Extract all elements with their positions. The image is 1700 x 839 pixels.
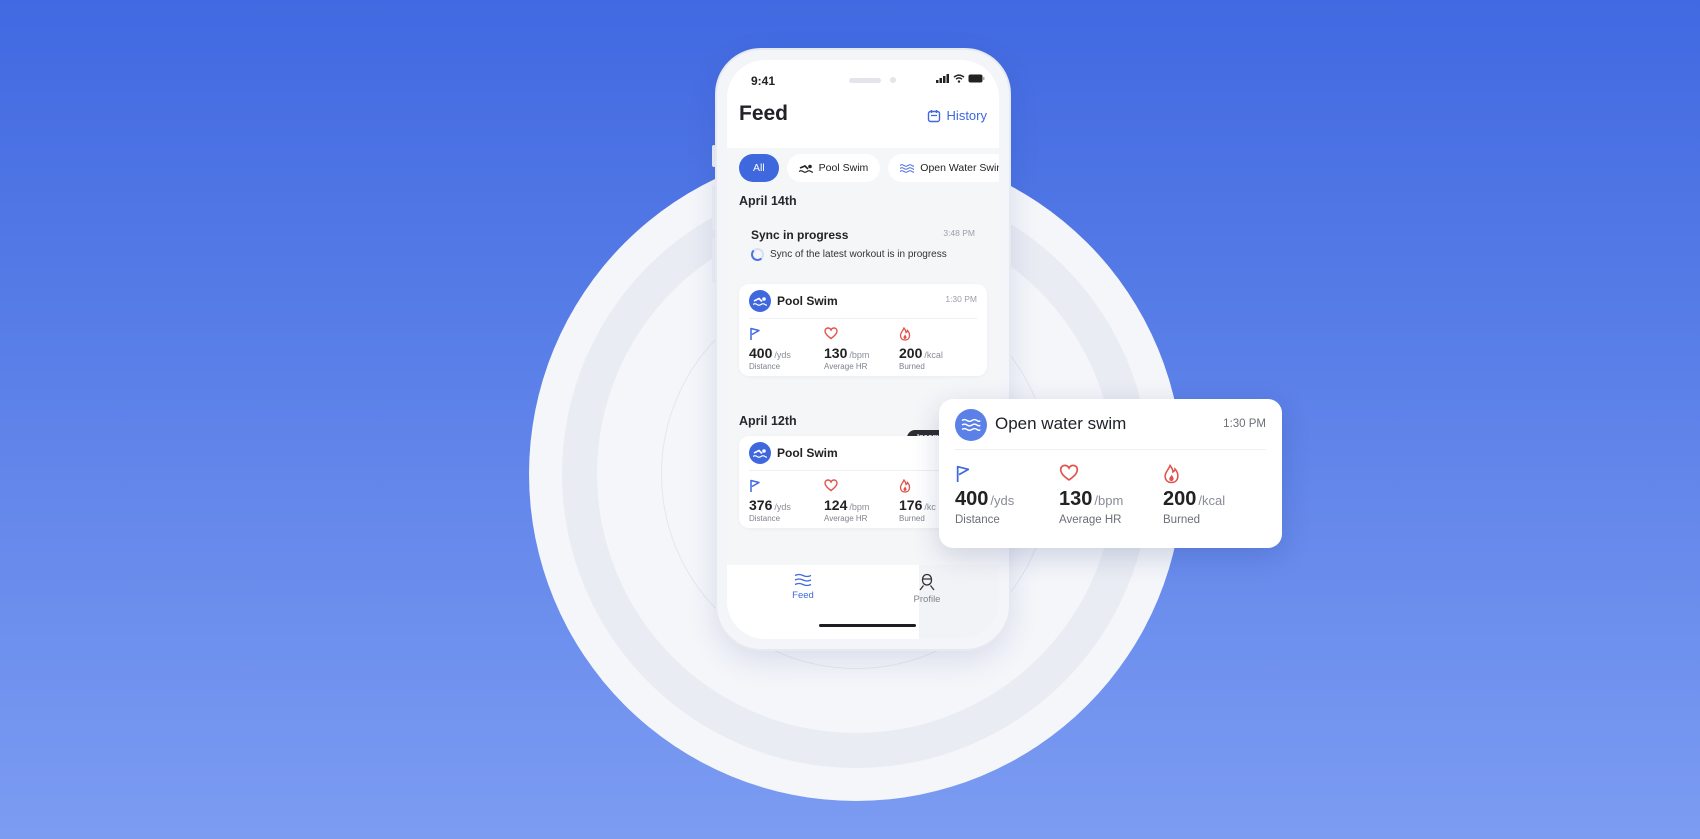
- stat-unit: /bpm: [849, 350, 870, 360]
- flag-icon: [956, 465, 970, 482]
- workout-name: Pool Swim: [777, 294, 838, 308]
- tab-label: Feed: [792, 590, 814, 601]
- filter-chip-all[interactable]: All: [739, 154, 779, 182]
- status-bar: 9:41: [727, 68, 999, 90]
- sync-status-card: Sync in progress 3:48 PM Sync of the lat…: [739, 218, 987, 276]
- workout-name: Open water swim: [995, 414, 1127, 433]
- waves-icon: [794, 573, 812, 587]
- battery-icon: [968, 74, 985, 83]
- pool-swim-avatar-icon: [749, 290, 771, 312]
- stat-calories: 200/kcal Burned: [899, 326, 974, 371]
- bottom-tab-bar: Feed Profile: [727, 565, 999, 639]
- flag-icon: [750, 327, 760, 340]
- status-time: 9:41: [751, 74, 776, 88]
- home-indicator[interactable]: [819, 624, 916, 627]
- stat-value: 400: [955, 488, 989, 510]
- stat-label: Distance: [955, 514, 1000, 526]
- stat-distance: 376/yds Distance: [749, 479, 824, 523]
- stat-heart-rate: 130/bpm Average HR: [824, 327, 899, 371]
- filter-chips: All Pool Swim Open Water Swim: [739, 154, 999, 182]
- history-label: History: [946, 108, 987, 123]
- stat-value: 200: [899, 345, 923, 361]
- flag-icon: [750, 479, 760, 492]
- phone-screen: 9:41 Feed History All Pool Swim Open Wat…: [727, 60, 999, 639]
- sync-time: 3:48 PM: [943, 228, 975, 238]
- stat-distance: 400/yds Distance: [955, 464, 1059, 526]
- stat-value: 124: [824, 497, 848, 513]
- sync-title: Sync in progress: [751, 228, 849, 242]
- stat-heart-rate: 124/bpm Average HR: [824, 479, 899, 523]
- heart-icon: [1059, 464, 1079, 481]
- stat-unit: /yds: [774, 350, 791, 360]
- filter-chip-pool-swim[interactable]: Pool Swim: [786, 154, 881, 182]
- loading-spinner-icon: [751, 248, 764, 261]
- tab-feed[interactable]: Feed: [773, 573, 833, 601]
- workout-card-header: Pool Swim 1:30 PM: [739, 284, 987, 318]
- workout-card[interactable]: Pool Swim 1:30 PM 400/yds Distance 130/b…: [739, 284, 987, 376]
- stat-unit: /bpm: [1094, 493, 1124, 508]
- tab-profile[interactable]: Profile: [897, 573, 957, 605]
- pool-swim-avatar-icon: [749, 442, 771, 464]
- stat-unit: /yds: [774, 502, 791, 512]
- wifi-icon: [953, 74, 965, 83]
- stat-unit: /bpm: [849, 502, 870, 512]
- card-divider: [955, 449, 1266, 450]
- stat-label: Average HR: [1059, 514, 1122, 526]
- stat-unit: /yds: [990, 493, 1015, 508]
- calendar-icon: [927, 109, 940, 122]
- stat-value: 376: [749, 497, 773, 513]
- workout-time: 1:30 PM: [1223, 418, 1266, 430]
- speaker-grille: [849, 78, 881, 83]
- workout-name: Pool Swim: [777, 446, 838, 460]
- history-button[interactable]: History: [927, 108, 987, 123]
- stat-label: Average HR: [824, 514, 868, 523]
- stat-label: Average HR: [824, 362, 868, 371]
- open-water-swim-card[interactable]: Open water swim 1:30 PM 400/yds Distance…: [939, 399, 1282, 548]
- filter-chip-label: All: [753, 162, 765, 174]
- stat-label: Distance: [749, 514, 781, 523]
- heart-icon: [824, 479, 838, 492]
- sync-message-row: Sync of the latest workout is in progres…: [751, 248, 947, 261]
- filter-chip-open-water-swim[interactable]: Open Water Swim: [888, 154, 999, 182]
- stat-value: 200: [1163, 488, 1197, 510]
- flame-icon: [899, 326, 911, 341]
- front-camera: [890, 77, 896, 83]
- person-icon: [919, 573, 935, 591]
- stat-label: Distance: [749, 362, 781, 371]
- stat-label: Burned: [899, 362, 925, 371]
- workout-time: 1:30 PM: [945, 294, 977, 304]
- pool-swim-icon: [798, 164, 813, 173]
- stat-heart-rate: 130/bpm Average HR: [1059, 464, 1163, 526]
- stat-value: 400: [749, 345, 773, 361]
- stat-unit: /kcal: [924, 350, 943, 360]
- filter-chip-label: Pool Swim: [818, 162, 869, 174]
- heart-icon: [824, 327, 838, 340]
- status-icons: [936, 74, 985, 83]
- workout-stats: 400/yds Distance 130/bpm Average HR 200/…: [955, 463, 1267, 526]
- workout-stats: 400/yds Distance 130/bpm Average HR 200/…: [739, 319, 987, 371]
- stat-value: 130: [824, 345, 848, 361]
- flame-icon: [899, 478, 911, 493]
- sync-message: Sync of the latest workout is in progres…: [770, 249, 947, 260]
- stat-value: 130: [1059, 488, 1093, 510]
- flame-icon: [1164, 463, 1179, 484]
- signal-icon: [936, 74, 949, 83]
- date-heading: April 12th: [739, 414, 797, 428]
- page-title: Feed: [739, 102, 789, 125]
- filter-chip-label: Open Water Swim: [920, 162, 999, 174]
- stat-distance: 400/yds Distance: [749, 327, 824, 371]
- phone-frame: 9:41 Feed History All Pool Swim Open Wat…: [715, 48, 1011, 651]
- stat-unit: /kc: [924, 502, 936, 512]
- stat-value: 176: [899, 497, 923, 513]
- tab-label: Profile: [913, 594, 941, 605]
- app-header: 9:41 Feed History: [727, 60, 999, 148]
- date-heading: April 14th: [739, 194, 797, 208]
- stat-unit: /kcal: [1198, 493, 1226, 508]
- stat-label: Burned: [1163, 514, 1201, 526]
- stat-calories: 200/kcal Burned: [1163, 463, 1267, 526]
- open-water-avatar-icon: [955, 409, 987, 441]
- open-water-icon: [900, 163, 915, 173]
